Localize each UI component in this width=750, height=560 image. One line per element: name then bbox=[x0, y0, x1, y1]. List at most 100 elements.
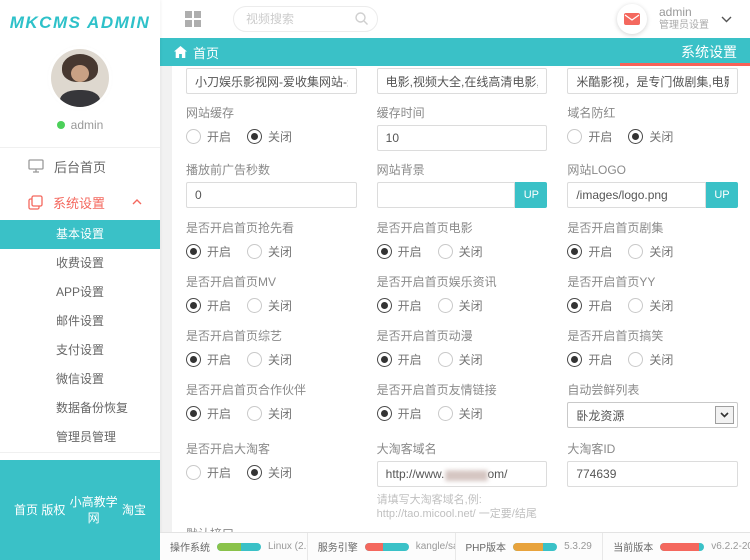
radio-circle bbox=[567, 298, 582, 313]
upload-logo-button[interactable]: UP bbox=[706, 182, 738, 208]
sidebar-subitem-fee-settings[interactable]: 收费设置 bbox=[0, 249, 160, 278]
radio-on[interactable]: 开启 bbox=[377, 297, 422, 314]
radio-off[interactable]: 关闭 bbox=[438, 243, 483, 260]
sidebar-footer: 首页 版权 小高教学网 淘宝 bbox=[0, 460, 160, 560]
site-title-input[interactable] bbox=[186, 68, 357, 94]
sidebar-item-dashboard[interactable]: 后台首页 bbox=[0, 148, 160, 184]
hint-line: http://tao.micool.net/ 一定要/结尾 bbox=[377, 507, 548, 521]
active-page-underline bbox=[620, 63, 750, 66]
toggle-field-friend-links: 是否开启首页友情链接 开启 关闭 bbox=[377, 383, 548, 428]
collect-list-select[interactable]: 卧龙资源 bbox=[567, 402, 738, 428]
radio-circle bbox=[377, 352, 392, 367]
version-progress-bar bbox=[660, 543, 704, 551]
mail-button[interactable] bbox=[617, 4, 647, 34]
radio-off[interactable]: 关闭 bbox=[247, 128, 292, 145]
footer-link-taobao[interactable]: 淘宝 bbox=[122, 502, 146, 518]
footer-link-home[interactable]: 首页 bbox=[14, 502, 38, 518]
radio-off[interactable]: 关闭 bbox=[247, 464, 292, 481]
radio-off[interactable]: 关闭 bbox=[628, 297, 673, 314]
radio-off[interactable]: 关闭 bbox=[247, 243, 292, 260]
sidebar-username: admin bbox=[71, 118, 104, 132]
radio-on[interactable]: 开启 bbox=[186, 405, 231, 422]
radio-on[interactable]: 开启 bbox=[377, 351, 422, 368]
status-label: 当前版本 bbox=[613, 539, 653, 554]
radio-on[interactable]: 开启 bbox=[186, 128, 231, 145]
radio-on[interactable]: 开启 bbox=[377, 405, 422, 422]
radio-circle bbox=[628, 129, 643, 144]
site-background-input[interactable] bbox=[377, 182, 516, 208]
field-taoke-toggle: 是否开启大淘客 开启 关闭 bbox=[186, 442, 357, 521]
field-label: 播放前广告秒数 bbox=[186, 163, 357, 177]
ad-seconds-input[interactable] bbox=[186, 182, 357, 208]
radio-label: 开启 bbox=[207, 405, 231, 422]
sidebar-subitem-mail-settings[interactable]: 邮件设置 bbox=[0, 307, 160, 336]
radio-circle bbox=[186, 129, 201, 144]
site-description-input[interactable] bbox=[567, 68, 738, 94]
radio-off[interactable]: 关闭 bbox=[247, 297, 292, 314]
radio-circle bbox=[567, 129, 582, 144]
radio-off[interactable]: 关闭 bbox=[628, 128, 673, 145]
site-logo-input[interactable] bbox=[567, 182, 706, 208]
sidebar-subitem-payment-settings[interactable]: 支付设置 bbox=[0, 336, 160, 365]
radio-on[interactable]: 开启 bbox=[186, 243, 231, 260]
radio-label: 开启 bbox=[398, 405, 422, 422]
radio-circle bbox=[628, 352, 643, 367]
radio-off[interactable]: 关闭 bbox=[438, 297, 483, 314]
radio-off[interactable]: 关闭 bbox=[247, 351, 292, 368]
search-icon[interactable] bbox=[354, 11, 369, 26]
avatar[interactable] bbox=[51, 49, 109, 107]
status-value: v6.2.2-2019091 bbox=[711, 541, 750, 552]
sidebar-subitem-basic-settings[interactable]: 基本设置 bbox=[0, 220, 160, 249]
field-cache-time: 缓存时间 bbox=[377, 106, 548, 151]
chevron-down-icon[interactable] bbox=[721, 16, 732, 23]
sidebar-subitem-wechat-settings[interactable]: 微信设置 bbox=[0, 365, 160, 394]
grid-menu-icon[interactable] bbox=[185, 11, 201, 27]
footer-link-copyright[interactable]: 版权 bbox=[41, 502, 65, 518]
toggle-field-variety: 是否开启首页综艺 开启 关闭 bbox=[186, 329, 357, 370]
home-icon bbox=[174, 46, 187, 58]
sidebar-subitem-backup-restore[interactable]: 数据备份恢复 bbox=[0, 394, 160, 423]
sidebar-subitem-admin-management[interactable]: 管理员管理 bbox=[0, 423, 160, 452]
field-label: 是否开启首页剧集 bbox=[567, 221, 738, 235]
cache-time-input[interactable] bbox=[377, 125, 548, 151]
footer-link-xiaogao[interactable]: 小高教学网 bbox=[69, 494, 119, 526]
upload-background-button[interactable]: UP bbox=[515, 182, 547, 208]
radio-on[interactable]: 开启 bbox=[186, 351, 231, 368]
radio-off[interactable]: 关闭 bbox=[438, 351, 483, 368]
sidebar-item-system-settings[interactable]: 系统设置 bbox=[0, 184, 160, 220]
field-label: 是否开启首页动漫 bbox=[377, 329, 548, 343]
radio-label: 开启 bbox=[207, 297, 231, 314]
radio-on[interactable]: 开启 bbox=[186, 464, 231, 481]
radio-label: 关闭 bbox=[459, 405, 483, 422]
field-taoke-id: 大淘客ID bbox=[567, 442, 738, 521]
radio-off[interactable]: 关闭 bbox=[438, 405, 483, 422]
divider bbox=[0, 452, 160, 453]
taoke-domain-input[interactable]: http://www.▆▆▆▆▆om/ bbox=[377, 461, 548, 487]
radio-label: 关闭 bbox=[459, 297, 483, 314]
hint-line: 请填写大淘客域名,例: bbox=[377, 493, 548, 507]
radio-on[interactable]: 开启 bbox=[567, 128, 612, 145]
radio-on[interactable]: 开启 bbox=[567, 351, 612, 368]
field-site-logo: 网站LOGO UP bbox=[567, 163, 738, 208]
sidebar-item-label: 系统设置 bbox=[53, 193, 105, 212]
taoke-id-input[interactable] bbox=[567, 461, 738, 487]
radio-label: 关闭 bbox=[459, 351, 483, 368]
sidebar-subitem-app-settings[interactable]: APP设置 bbox=[0, 278, 160, 307]
breadcrumb[interactable]: 首页 bbox=[160, 43, 219, 62]
status-label: PHP版本 bbox=[466, 539, 507, 554]
radio-off[interactable]: 关闭 bbox=[628, 243, 673, 260]
progress-fill bbox=[365, 543, 383, 551]
radio-on[interactable]: 开启 bbox=[567, 297, 612, 314]
php-progress-bar bbox=[513, 543, 557, 551]
user-menu[interactable]: admin 管理员设置 bbox=[659, 6, 709, 32]
site-keywords-input[interactable] bbox=[377, 68, 548, 94]
radio-off[interactable]: 关闭 bbox=[247, 405, 292, 422]
radio-circle bbox=[377, 244, 392, 259]
radio-label: 开启 bbox=[588, 297, 612, 314]
radio-off[interactable]: 关闭 bbox=[628, 351, 673, 368]
field-label: 是否开启首页抢先看 bbox=[186, 221, 357, 235]
radio-on[interactable]: 开启 bbox=[377, 243, 422, 260]
radio-on[interactable]: 开启 bbox=[567, 243, 612, 260]
toggle-field-partners: 是否开启首页合作伙伴 开启 关闭 bbox=[186, 383, 357, 428]
radio-on[interactable]: 开启 bbox=[186, 297, 231, 314]
